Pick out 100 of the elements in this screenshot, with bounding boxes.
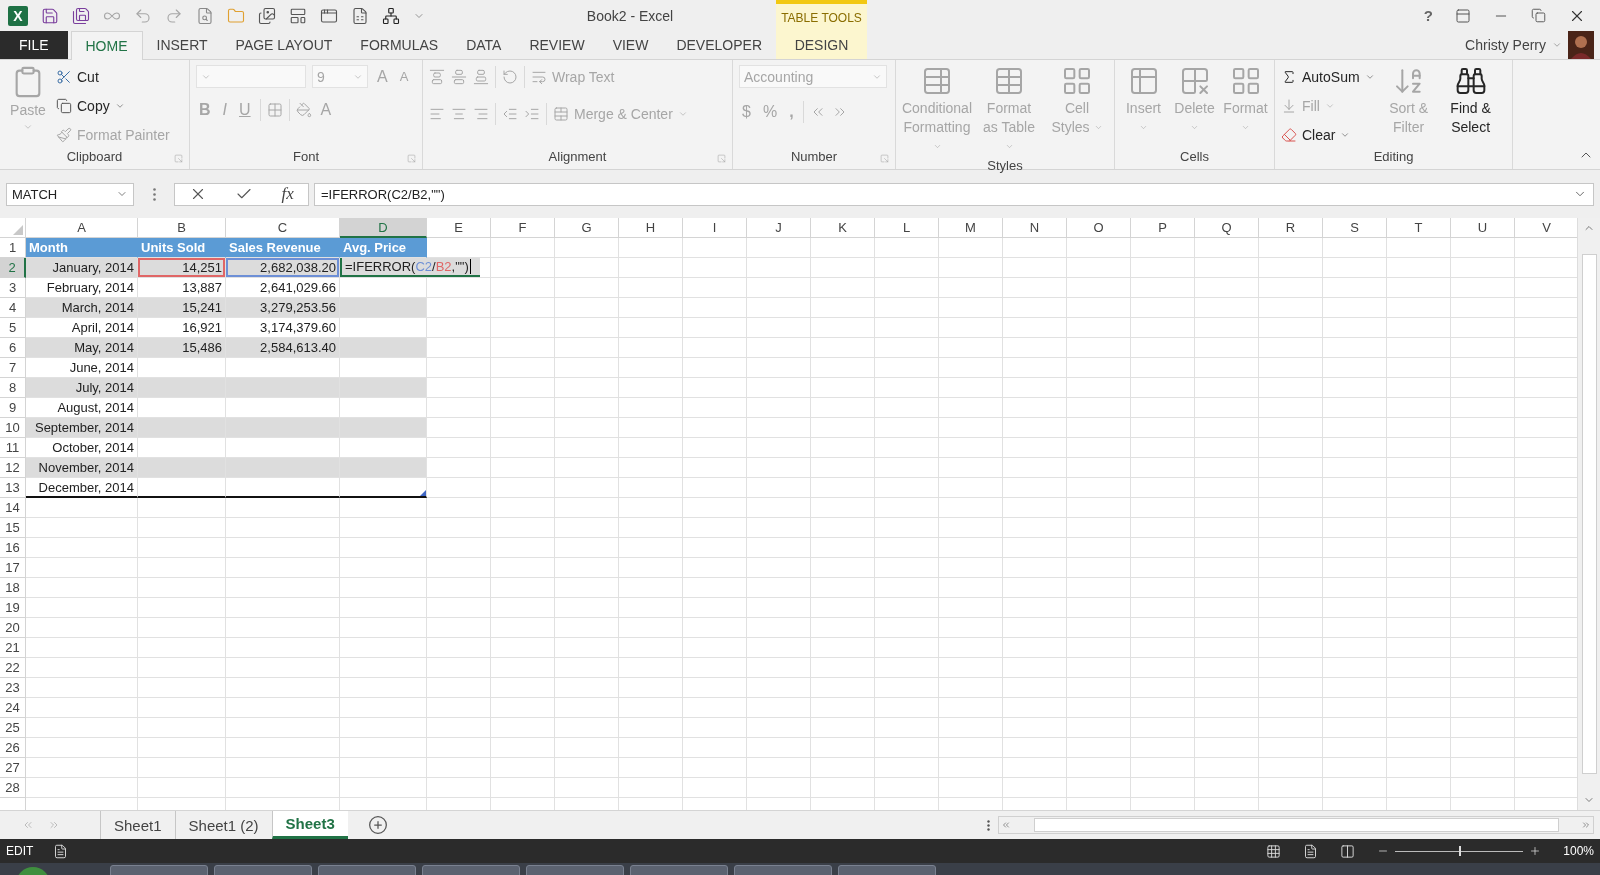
row-header[interactable]: 19 [0, 598, 26, 618]
page-break-view-icon[interactable] [1340, 843, 1356, 859]
ribbon-display-icon[interactable] [1455, 7, 1471, 24]
folder-icon[interactable] [227, 6, 245, 25]
row-header[interactable]: 28 [0, 778, 26, 798]
copy-button[interactable]: Copy [56, 94, 170, 118]
find-select-button[interactable]: Find & Select [1442, 65, 1499, 147]
ribbon-tab[interactable]: DATA [452, 31, 516, 59]
redo-icon[interactable] [165, 6, 183, 25]
align-bottom-icon[interactable] [473, 69, 489, 85]
row-header[interactable]: 24 [0, 698, 26, 718]
ribbon-tab[interactable]: HOME [70, 31, 143, 60]
row-header[interactable]: 6 [0, 338, 26, 358]
drag-handle-icon[interactable] [152, 187, 156, 201]
insert-function-button[interactable]: fx [281, 184, 294, 204]
add-sheet-icon[interactable] [367, 815, 388, 835]
row-header[interactable]: 23 [0, 678, 26, 698]
row-header[interactable]: 11 [0, 438, 26, 458]
orientation-icon[interactable] [502, 69, 518, 85]
column-header[interactable]: F [491, 218, 555, 238]
splitter-icon[interactable] [987, 819, 990, 831]
image-icon[interactable] [258, 6, 276, 25]
row-header[interactable]: 9 [0, 398, 26, 418]
borders-icon[interactable] [266, 102, 283, 118]
align-center-icon[interactable] [451, 106, 467, 122]
column-header[interactable]: G [555, 218, 619, 238]
column-header[interactable]: U [1451, 218, 1515, 238]
launcher-icon[interactable] [407, 154, 416, 163]
column-header[interactable]: B [138, 218, 226, 238]
decrease-indent-icon[interactable] [502, 106, 518, 122]
row-header[interactable]: 14 [0, 498, 26, 518]
save-icon[interactable] [41, 6, 59, 25]
formula-field[interactable]: =IFERROR(C2/B2,"") [314, 182, 1594, 206]
row-header[interactable]: 17 [0, 558, 26, 578]
column-header[interactable]: H [619, 218, 683, 238]
scroll-right-icon[interactable] [1581, 820, 1591, 830]
column-header[interactable]: A [26, 218, 138, 238]
zoom-in-icon[interactable] [1529, 845, 1542, 857]
row-header[interactable]: 8 [0, 378, 26, 398]
row-header[interactable]: 10 [0, 418, 26, 438]
cut-button[interactable]: Cut [56, 65, 170, 89]
cell-editor[interactable]: =IFERROR(C2/B2,"") [340, 258, 480, 277]
sheet-tab[interactable]: Sheet3 [271, 811, 348, 839]
row-header[interactable]: 22 [0, 658, 26, 678]
row-header[interactable]: 7 [0, 358, 26, 378]
increase-indent-icon[interactable] [524, 106, 540, 122]
app-logo[interactable]: X [8, 5, 28, 26]
column-header[interactable]: T [1387, 218, 1451, 238]
fill-color-icon[interactable] [295, 102, 312, 118]
ribbon-tab[interactable]: DESIGN [776, 31, 867, 59]
column-header[interactable]: P [1131, 218, 1195, 238]
column-header[interactable]: J [747, 218, 811, 238]
ribbon-tab[interactable]: FORMULAS [346, 31, 453, 59]
column-header[interactable]: Q [1195, 218, 1259, 238]
zoom-thumb[interactable] [1459, 845, 1462, 856]
name-box[interactable]: MATCH [6, 182, 134, 206]
select-all-icon[interactable] [13, 225, 23, 235]
next-sheet-icon[interactable] [48, 819, 60, 831]
zoom-level[interactable]: 100% [1563, 844, 1594, 858]
row-header[interactable]: 13 [0, 478, 26, 498]
scroll-left-icon[interactable] [1001, 820, 1011, 830]
column-header[interactable]: E [427, 218, 491, 238]
layout-icon[interactable] [289, 6, 307, 25]
row-header[interactable]: 20 [0, 618, 26, 638]
window-icon[interactable] [320, 6, 338, 25]
help-button[interactable]: ? [1423, 7, 1433, 24]
column-header[interactable]: N [1003, 218, 1067, 238]
row-header[interactable]: 25 [0, 718, 26, 738]
diagram-icon[interactable] [382, 6, 400, 25]
row-header[interactable]: 15 [0, 518, 26, 538]
restore-icon[interactable] [1531, 8, 1546, 23]
column-header[interactable]: M [939, 218, 1003, 238]
row-header[interactable]: 12 [0, 458, 26, 478]
launcher-icon[interactable] [880, 154, 889, 163]
ribbon-tab[interactable]: VIEW [598, 31, 663, 59]
row-header[interactable]: 1 [0, 238, 26, 258]
page-layout-view-icon[interactable] [1303, 843, 1319, 859]
print-preview-icon[interactable] [196, 6, 214, 25]
scrollbar-thumb[interactable] [1033, 818, 1559, 832]
ribbon-tab[interactable]: PAGE LAYOUT [221, 31, 347, 59]
align-right-icon[interactable] [473, 106, 489, 122]
column-header[interactable]: S [1323, 218, 1387, 238]
launcher-icon[interactable] [174, 154, 183, 163]
file-tab[interactable]: FILE [0, 31, 68, 59]
column-header[interactable]: I [683, 218, 747, 238]
column-header[interactable]: L [875, 218, 939, 238]
column-header[interactable]: D [340, 218, 427, 238]
ribbon-tab[interactable]: INSERT [142, 31, 222, 59]
clear-button[interactable]: Clear [1281, 123, 1375, 147]
sheet-icon[interactable] [351, 6, 369, 25]
autosum-button[interactable]: AutoSum [1281, 65, 1375, 89]
row-header[interactable]: 5 [0, 318, 26, 338]
ribbon-tab[interactable]: DEVELOPER [662, 31, 776, 59]
normal-view-icon[interactable] [1266, 843, 1282, 859]
user-avatar[interactable] [1568, 31, 1594, 59]
macro-record-icon[interactable] [53, 843, 69, 859]
save-as-icon[interactable] [72, 6, 90, 25]
row-header[interactable]: 21 [0, 638, 26, 658]
user-name[interactable]: Christy Perry [1465, 37, 1546, 53]
previous-sheet-icon[interactable] [22, 819, 34, 831]
